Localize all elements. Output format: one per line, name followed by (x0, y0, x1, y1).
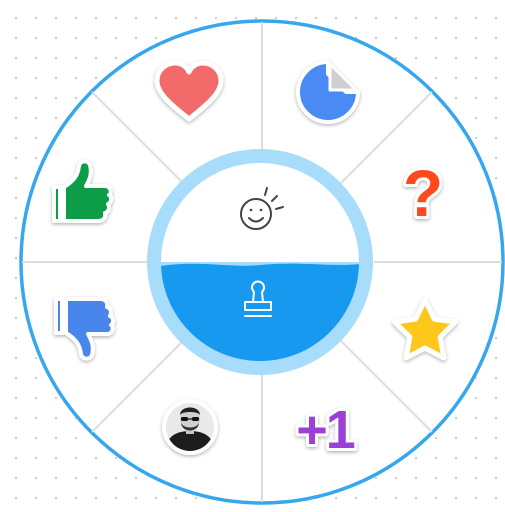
question-sticker[interactable]: ? (400, 153, 446, 233)
hub (147, 149, 373, 375)
plus-one-sticker[interactable]: +1 (293, 397, 360, 463)
plus-one-icon: +1 (296, 400, 355, 460)
sticker-wheel: ? +1 (19, 19, 505, 505)
avatar-sticker[interactable] (162, 399, 218, 455)
question-mark-icon: ? (403, 156, 443, 230)
